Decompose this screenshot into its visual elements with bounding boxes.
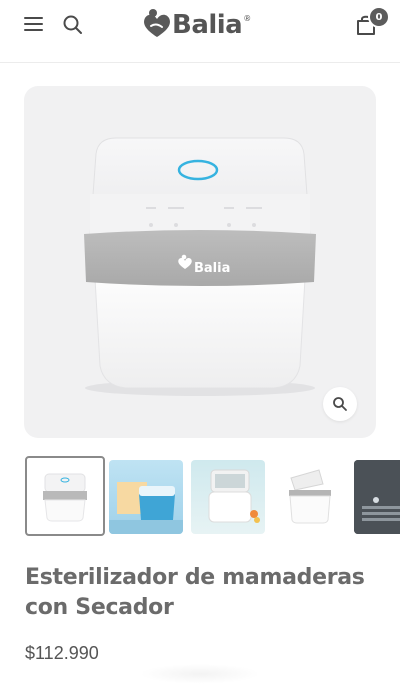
thumbnail-panel-icon bbox=[354, 460, 400, 534]
brand-name: Balia bbox=[172, 10, 243, 40]
brand-logo[interactable]: Balia ® bbox=[140, 5, 262, 45]
thumbnail-open-sterilizer-icon bbox=[208, 469, 260, 523]
brand-logo-mark-icon bbox=[144, 9, 170, 37]
thumbnail-1[interactable] bbox=[25, 456, 105, 536]
thumbnail-5[interactable] bbox=[354, 460, 400, 534]
cart-count-badge: 0 bbox=[368, 6, 390, 28]
product-main-image[interactable]: Balia bbox=[24, 86, 376, 438]
product-image-brand: Balia bbox=[194, 261, 231, 276]
thumbnail-sterilizer-icon bbox=[43, 473, 87, 522]
zoom-button[interactable] bbox=[323, 387, 357, 421]
thumbnail-lid-open-icon bbox=[289, 469, 331, 524]
registered-mark: ® bbox=[243, 14, 252, 23]
thumbnail-box-icon bbox=[109, 482, 183, 534]
search-icon[interactable] bbox=[62, 14, 84, 36]
hamburger-icon[interactable] bbox=[24, 16, 44, 32]
site-header: Balia ® 0 bbox=[0, 0, 400, 63]
bottom-shadow bbox=[140, 664, 260, 684]
product-price: $112.990 bbox=[25, 643, 99, 663]
product-title: Esterilizador de mamaderas con Secador bbox=[25, 565, 365, 620]
thumbnail-2[interactable] bbox=[109, 460, 183, 534]
thumbnail-3[interactable] bbox=[191, 460, 265, 534]
thumbnail-4[interactable] bbox=[273, 460, 347, 534]
zoom-icon bbox=[333, 397, 347, 411]
thumbnail-carousel bbox=[0, 456, 400, 538]
